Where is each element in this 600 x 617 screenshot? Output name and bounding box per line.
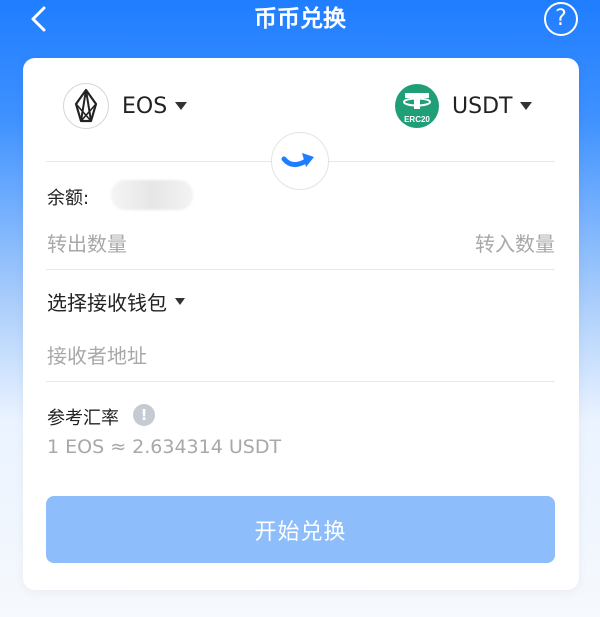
from-coin-name: EOS (122, 93, 168, 119)
info-icon[interactable]: ! (133, 404, 155, 426)
swap-arrow-icon (281, 153, 314, 167)
receive-wallet-selector[interactable]: 选择接收钱包 (47, 286, 185, 316)
erc20-badge-text: ERC20 (404, 115, 430, 124)
divider (46, 381, 555, 382)
start-exchange-button[interactable]: 开始兑换 (46, 496, 555, 563)
divider (46, 269, 555, 270)
receiver-address-input[interactable] (47, 338, 555, 374)
balance-value-redacted (111, 180, 193, 210)
receive-wallet-label: 选择接收钱包 (47, 290, 167, 315)
exchange-rate-value: 1 EOS ≈ 2.634314 USDT (47, 436, 282, 458)
from-coin-selector[interactable]: EOS (63, 83, 188, 129)
usdt-erc20-logo-icon: ERC20 (395, 84, 439, 128)
page-title: 币币兑换 (254, 6, 346, 32)
caret-down-icon (175, 297, 185, 305)
balance-label: 余额: (47, 188, 90, 209)
eos-logo-icon (63, 83, 109, 129)
chevron-left-icon (31, 6, 46, 32)
caret-down-icon (175, 102, 188, 110)
exchange-rate-label: 参考汇率 (47, 408, 119, 429)
receive-amount-input[interactable] (307, 226, 555, 262)
to-coin-name: USDT (452, 93, 513, 119)
help-button[interactable]: ? (544, 2, 578, 36)
swap-direction-button[interactable] (271, 132, 329, 190)
to-coin-selector[interactable]: ERC20 USDT (395, 83, 533, 129)
exchange-card: EOS ERC20 USDT 余额: 选择接收钱包 (23, 58, 579, 590)
header-bar: 币币兑换 ? (0, 0, 600, 40)
caret-down-icon (520, 102, 533, 110)
back-button[interactable] (22, 2, 56, 36)
send-amount-input[interactable] (47, 226, 297, 262)
